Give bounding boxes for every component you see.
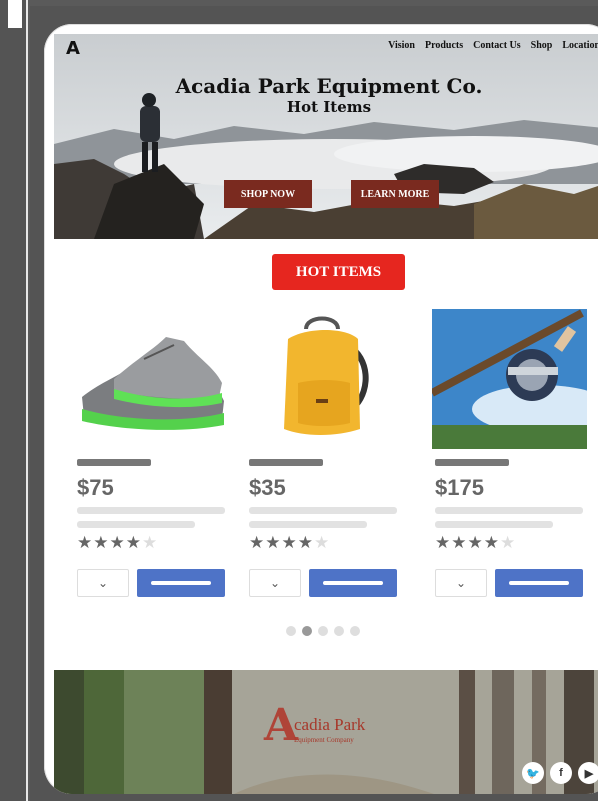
brand-name: cadia Park [294, 715, 366, 734]
fishing-reel-image[interactable] [432, 309, 587, 449]
chevron-down-icon: ⌄ [455, 576, 467, 590]
carousel-dot[interactable] [318, 626, 328, 636]
carousel-dot[interactable] [334, 626, 344, 636]
facebook-icon[interactable]: f [550, 762, 572, 784]
description-placeholder [249, 507, 397, 514]
main-nav: Vision Products Contact Us Shop Location… [388, 40, 598, 51]
carousel-dot[interactable] [286, 626, 296, 636]
carousel-dot[interactable] [350, 626, 360, 636]
left-panel [0, 0, 26, 801]
learn-more-button[interactable]: LEARN MORE [351, 180, 439, 208]
youtube-icon[interactable]: ▶ [578, 762, 598, 784]
carousel-dot-active[interactable] [302, 626, 312, 636]
star-rating: ★★★★★ [435, 533, 517, 552]
add-to-cart-button[interactable] [309, 569, 397, 597]
nav-locations[interactable]: Locations [562, 40, 598, 51]
quantity-dropdown[interactable]: ⌄ [435, 569, 487, 597]
quantity-dropdown[interactable]: ⌄ [249, 569, 301, 597]
star-rating: ★★★★★ [77, 533, 159, 552]
description-placeholder [249, 521, 367, 528]
hero-subtitle: Hot Items [286, 98, 372, 116]
chevron-down-icon: ⌄ [269, 576, 281, 590]
tablet-mockup: A Vision Products Contact Us Shop Locati… [44, 24, 598, 794]
product-card-shoe[interactable]: $75 ★★★★★ ⌄ [74, 309, 229, 609]
nav-vision[interactable]: Vision [388, 40, 415, 51]
hero-banner: A Vision Products Contact Us Shop Locati… [54, 34, 598, 239]
product-price: $75 [77, 475, 114, 500]
hero-title: Acadia Park Equipment Co. [175, 74, 483, 98]
product-title-placeholder [77, 459, 151, 466]
add-to-cart-button[interactable] [137, 569, 225, 597]
add-to-cart-button[interactable] [495, 569, 583, 597]
site-logo[interactable]: A [66, 38, 80, 59]
footer-banner: A cadia Park Equipment Company 🐦 f ▶ [54, 670, 598, 794]
website-screen: A Vision Products Contact Us Shop Locati… [54, 34, 598, 794]
product-card-fishing-reel[interactable]: $175 ★★★★★ ⌄ [432, 309, 587, 609]
description-placeholder [77, 521, 195, 528]
product-price: $175 [435, 475, 484, 500]
chevron-down-icon: ⌄ [97, 576, 109, 590]
hot-items-button[interactable]: HOT ITEMS [272, 254, 405, 290]
star-rating: ★★★★★ [249, 533, 331, 552]
divider [26, 0, 28, 801]
description-placeholder [435, 521, 553, 528]
description-placeholder [435, 507, 583, 514]
product-title-placeholder [249, 459, 323, 466]
description-placeholder [77, 507, 225, 514]
twitter-icon[interactable]: 🐦 [522, 762, 544, 784]
product-card-backpack[interactable]: $35 ★★★★★ ⌄ [246, 309, 401, 609]
product-title-placeholder [435, 459, 509, 466]
product-price: $35 [249, 475, 286, 500]
carousel-dots [286, 626, 360, 636]
backpack-image[interactable] [246, 309, 401, 449]
nav-contact-us[interactable]: Contact Us [473, 40, 521, 51]
quantity-dropdown[interactable]: ⌄ [77, 569, 129, 597]
hero-image [54, 34, 598, 239]
shoe-image[interactable] [74, 309, 229, 449]
shop-now-button[interactable]: SHOP NOW [224, 180, 312, 208]
brand-subtitle: Equipment Company [294, 736, 354, 744]
top-notch [8, 0, 22, 28]
nav-shop[interactable]: Shop [531, 40, 553, 51]
nav-products[interactable]: Products [425, 40, 463, 51]
